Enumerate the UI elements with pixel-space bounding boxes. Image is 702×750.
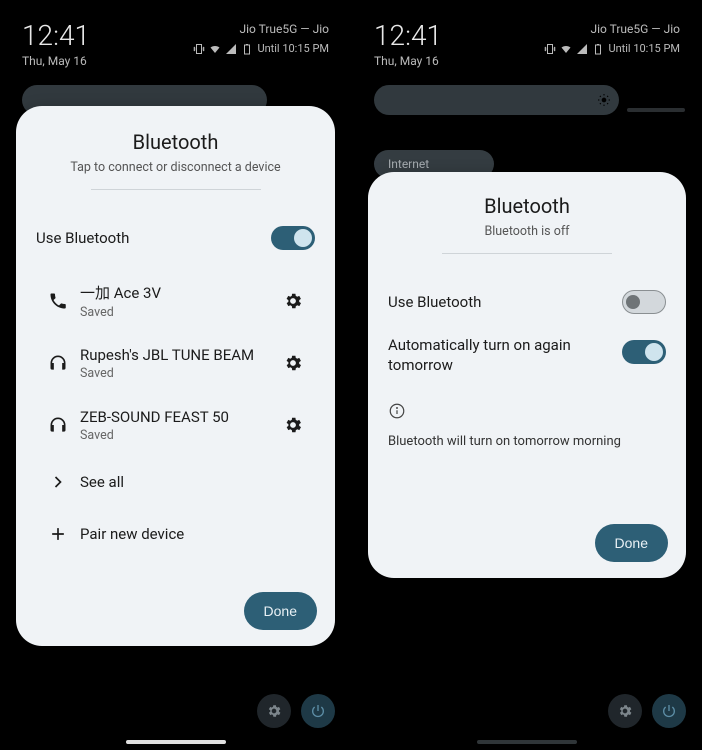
auto-on-toggle[interactable]: [622, 340, 666, 364]
clock-time: 12:41: [22, 22, 90, 50]
status-bar: 12:41 Thu, May 16 Jio True5G — Jio Until…: [0, 0, 351, 82]
use-bluetooth-label: Use Bluetooth: [36, 229, 271, 247]
info-row: [386, 398, 668, 424]
info-icon: [388, 402, 406, 420]
brightness-track[interactable]: [627, 108, 685, 112]
status-icons: Until 10:15 PM: [193, 42, 329, 55]
status-bar: 12:41 Thu, May 16 Jio True5G — Jio Until…: [352, 0, 702, 82]
qs-footer: [608, 694, 686, 728]
qs-footer: [257, 694, 335, 728]
device-status: Saved: [80, 428, 271, 443]
nav-home-pill[interactable]: [477, 740, 577, 744]
divider: [442, 253, 612, 254]
panel-title: Bluetooth: [34, 130, 317, 154]
bluetooth-panel-on: Bluetooth Tap to connect or disconnect a…: [16, 106, 335, 646]
see-all-row[interactable]: See all: [34, 456, 317, 508]
auto-on-label: Automatically turn on again tomorrow: [388, 336, 622, 375]
gear-icon: [283, 291, 303, 311]
device-name: ZEB-SOUND FEAST 50: [80, 408, 271, 426]
qs-tile-brightness[interactable]: [374, 85, 619, 115]
alarm-label: Until 10:15 PM: [608, 42, 680, 55]
pair-new-row[interactable]: Pair new device: [34, 508, 317, 560]
battery-icon: [592, 43, 604, 55]
gear-icon: [266, 703, 282, 719]
phone-right: 12:41 Thu, May 16 Jio True5G — Jio Until…: [351, 0, 702, 750]
phone-left: 12:41 Thu, May 16 Jio True5G — Jio Until…: [0, 0, 351, 750]
signal-icon: [225, 43, 237, 55]
bluetooth-panel-off: Bluetooth Bluetooth is off Use Bluetooth…: [368, 172, 686, 578]
alarm-label: Until 10:15 PM: [257, 42, 329, 55]
vibrate-icon: [544, 43, 556, 55]
headphones-icon: [48, 353, 68, 373]
power-icon: [310, 703, 326, 719]
auto-on-row[interactable]: Automatically turn on again tomorrow: [386, 328, 668, 390]
nav-home-pill[interactable]: [126, 740, 226, 744]
device-settings-button[interactable]: [271, 291, 315, 311]
gear-icon: [283, 353, 303, 373]
qs-tile-label: Internet: [388, 157, 429, 171]
device-status: Saved: [80, 366, 271, 381]
vibrate-icon: [193, 43, 205, 55]
power-button[interactable]: [301, 694, 335, 728]
pair-new-label: Pair new device: [80, 525, 315, 543]
headphones-icon: [48, 415, 68, 435]
use-bluetooth-toggle[interactable]: [622, 290, 666, 314]
panel-subtitle: Tap to connect or disconnect a device: [34, 160, 317, 175]
power-icon: [661, 703, 677, 719]
device-row[interactable]: ZEB-SOUND FEAST 50 Saved: [34, 394, 317, 456]
gear-icon: [617, 703, 633, 719]
plus-icon: [48, 524, 68, 544]
panel-subtitle: Bluetooth is off: [386, 224, 668, 239]
phone-icon: [48, 291, 68, 311]
device-status: Saved: [80, 305, 271, 320]
clock-time: 12:41: [374, 22, 442, 50]
use-bluetooth-toggle[interactable]: [271, 226, 315, 250]
settings-button[interactable]: [257, 694, 291, 728]
done-button[interactable]: Done: [595, 524, 668, 562]
power-button[interactable]: [652, 694, 686, 728]
clock-date: Thu, May 16: [374, 54, 442, 68]
device-row[interactable]: 一加 Ace 3V Saved: [34, 270, 317, 332]
wifi-icon: [560, 43, 572, 55]
see-all-label: See all: [80, 473, 315, 491]
device-settings-button[interactable]: [271, 415, 315, 435]
chevron-right-icon: [48, 472, 68, 492]
signal-icon: [576, 43, 588, 55]
carrier-label: Jio True5G — Jio: [239, 22, 329, 36]
divider: [91, 189, 261, 190]
panel-title: Bluetooth: [386, 194, 668, 218]
device-name: Rupesh's JBL TUNE BEAM: [80, 346, 271, 364]
use-bluetooth-row[interactable]: Use Bluetooth: [386, 276, 668, 328]
info-text: Bluetooth will turn on tomorrow morning: [386, 424, 668, 449]
brightness-icon: [597, 93, 611, 107]
use-bluetooth-row[interactable]: Use Bluetooth: [34, 212, 317, 264]
status-icons: Until 10:15 PM: [544, 42, 680, 55]
carrier-label: Jio True5G — Jio: [590, 22, 680, 36]
settings-button[interactable]: [608, 694, 642, 728]
done-button[interactable]: Done: [244, 592, 317, 630]
device-settings-button[interactable]: [271, 353, 315, 373]
clock-date: Thu, May 16: [22, 54, 90, 68]
wifi-icon: [209, 43, 221, 55]
gear-icon: [283, 415, 303, 435]
device-name: 一加 Ace 3V: [80, 282, 271, 303]
battery-icon: [241, 43, 253, 55]
use-bluetooth-label: Use Bluetooth: [388, 293, 622, 311]
device-row[interactable]: Rupesh's JBL TUNE BEAM Saved: [34, 332, 317, 394]
